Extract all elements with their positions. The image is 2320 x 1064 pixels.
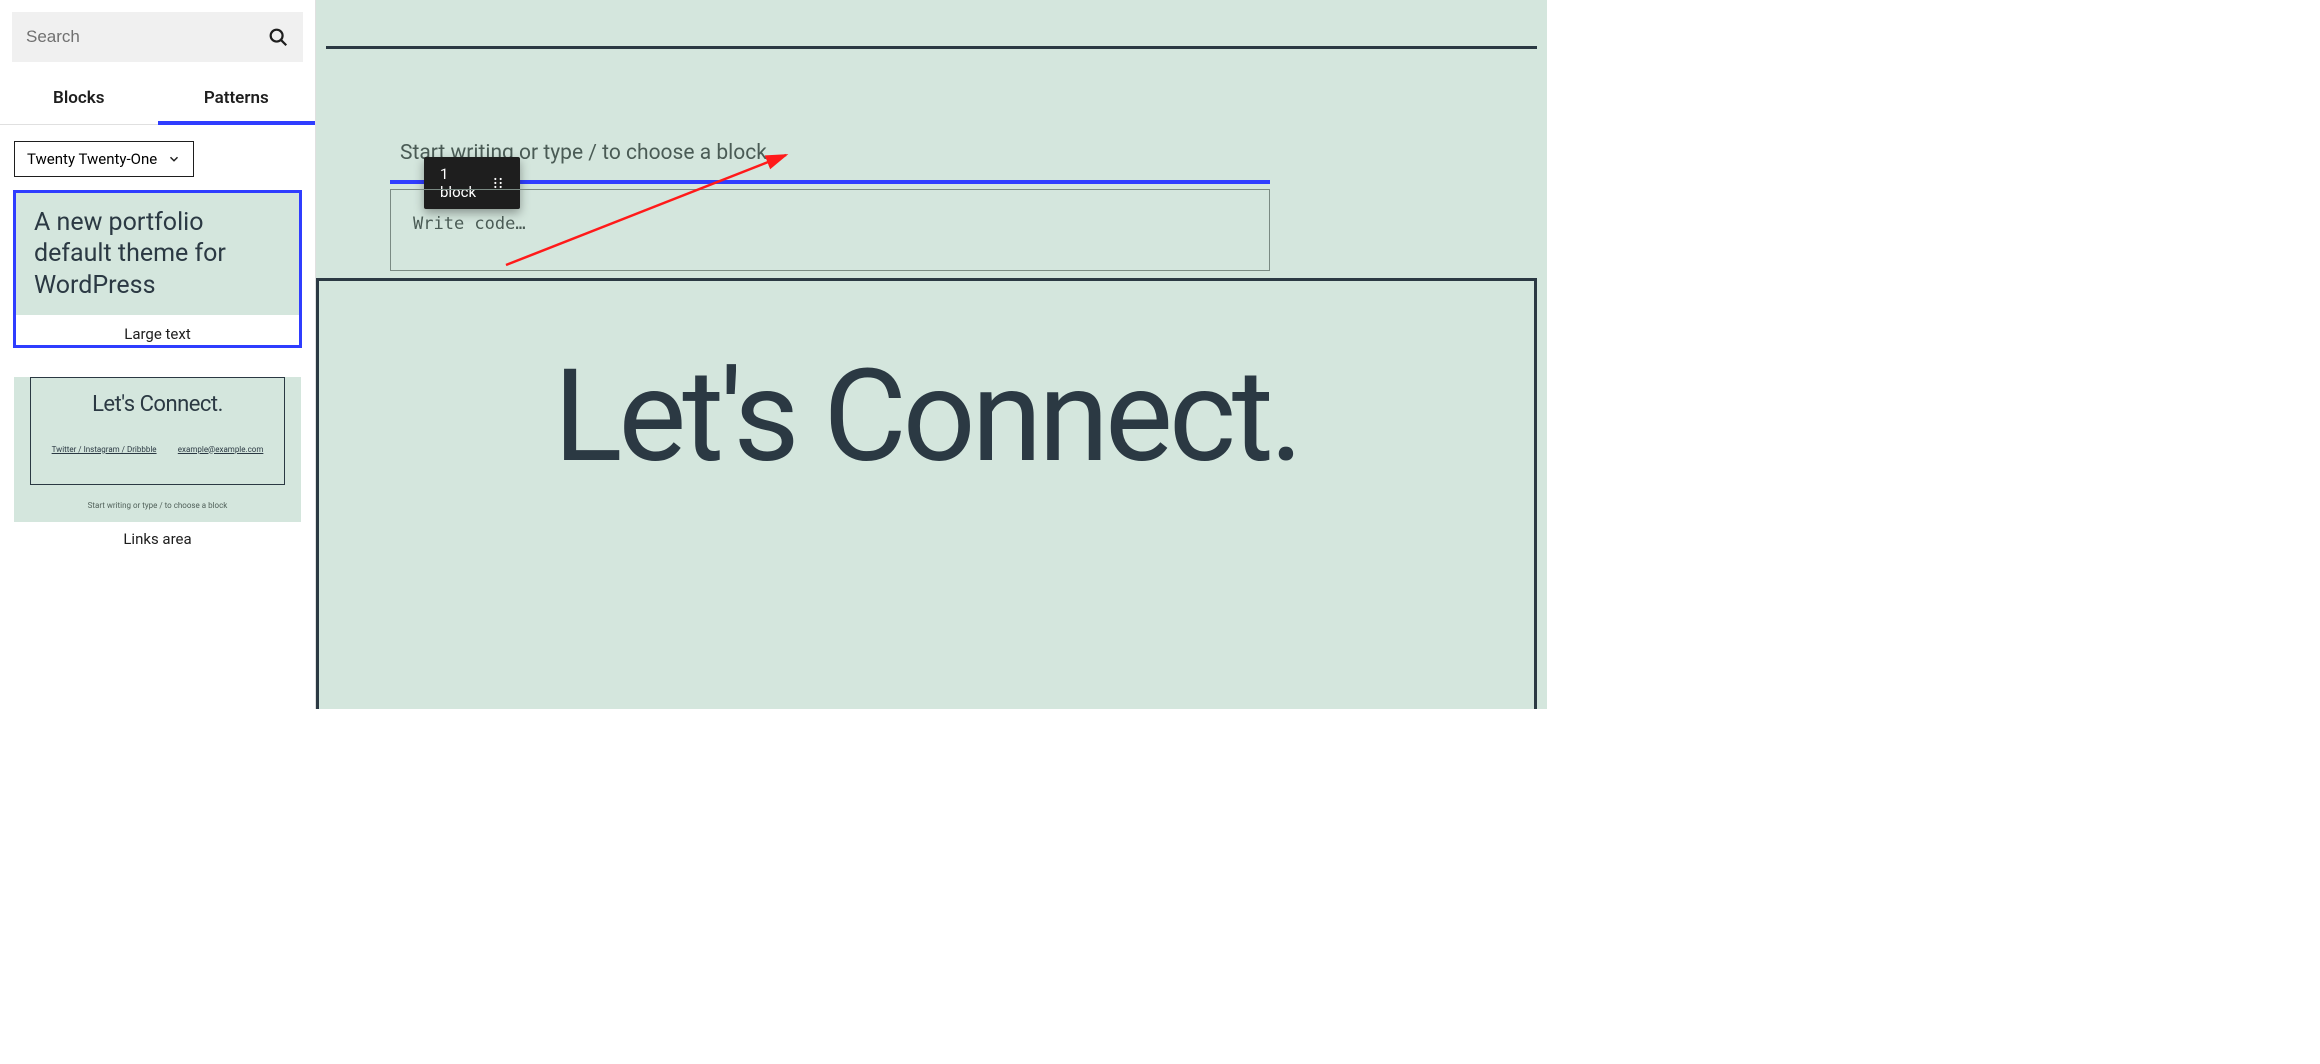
pattern-preview: A new portfolio default theme for WordPr… bbox=[14, 191, 301, 315]
pattern-social-links: Twitter / Instagram / Dribbble bbox=[52, 445, 157, 454]
links-area-block[interactable]: Let's Connect. bbox=[316, 278, 1537, 709]
pattern-email: example@example.com bbox=[178, 445, 264, 454]
pattern-links-box: Let's Connect. Twitter / Instagram / Dri… bbox=[30, 377, 285, 485]
editor-canvas[interactable]: Start writing or type / to choose a bloc… bbox=[316, 0, 1547, 709]
pattern-links-row: Twitter / Instagram / Dribbble example@e… bbox=[41, 445, 274, 454]
category-select-wrap: Twenty Twenty-One bbox=[0, 125, 315, 187]
pattern-label: Large text bbox=[14, 315, 301, 347]
drag-count: 1 bbox=[440, 165, 476, 183]
pattern-links-title: Let's Connect. bbox=[41, 392, 274, 417]
pattern-list: A new portfolio default theme for WordPr… bbox=[0, 187, 315, 570]
inserter-panel: Blocks Patterns Twenty Twenty-One A new … bbox=[0, 0, 316, 709]
pattern-card-links-area[interactable]: Let's Connect. Twitter / Instagram / Dri… bbox=[14, 361, 301, 550]
separator-block[interactable] bbox=[326, 46, 1537, 49]
block-appender-prompt[interactable]: Start writing or type / to choose a bloc… bbox=[400, 141, 1537, 165]
pattern-card-large-text[interactable]: A new portfolio default theme for WordPr… bbox=[14, 191, 301, 347]
chevron-down-icon bbox=[167, 152, 181, 166]
search-box[interactable] bbox=[12, 12, 303, 62]
pattern-label: Links area bbox=[14, 522, 301, 550]
code-block[interactable]: Write code… bbox=[390, 189, 1270, 271]
lets-connect-heading[interactable]: Let's Connect. bbox=[319, 353, 1534, 481]
pattern-large-text-content: A new portfolio default theme for WordPr… bbox=[14, 191, 301, 315]
search-icon bbox=[267, 26, 289, 48]
category-select-label: Twenty Twenty-One bbox=[27, 150, 157, 168]
tab-blocks[interactable]: Blocks bbox=[0, 74, 158, 124]
tab-patterns[interactable]: Patterns bbox=[158, 74, 316, 124]
pattern-category-select[interactable]: Twenty Twenty-One bbox=[14, 141, 194, 177]
insertion-indicator bbox=[390, 180, 1270, 184]
search-wrap bbox=[0, 0, 315, 74]
search-input[interactable] bbox=[26, 27, 267, 47]
inserter-tabs: Blocks Patterns bbox=[0, 74, 315, 125]
pattern-preview: Let's Connect. Twitter / Instagram / Dri… bbox=[14, 377, 301, 522]
pattern-inner-placeholder: Start writing or type / to choose a bloc… bbox=[14, 501, 301, 522]
